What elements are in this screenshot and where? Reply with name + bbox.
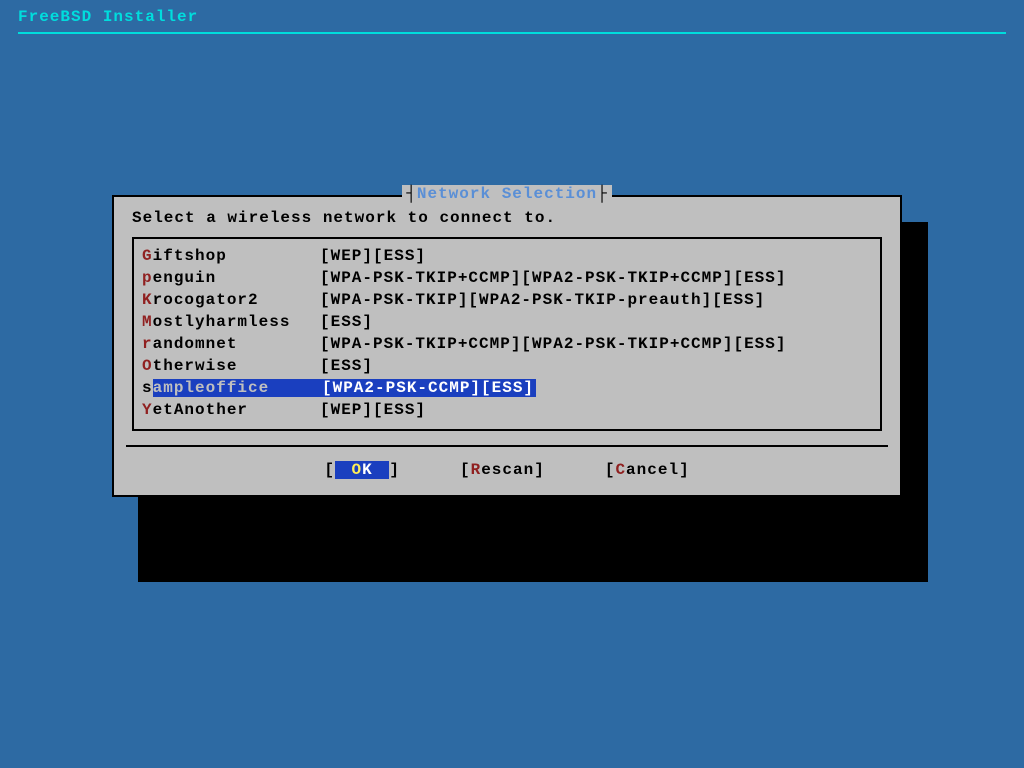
network-row[interactable]: sampleoffice[WPA2-PSK-CCMP][ESS] [134,377,880,399]
network-capabilities: [WPA2-PSK-CCMP][ESS] [320,379,536,397]
network-row[interactable]: Giftshop[WEP][ESS] [134,245,880,267]
network-hotkey: G [142,247,153,265]
dialog-instruction: Select a wireless network to connect to. [114,203,900,237]
network-hotkey: s [142,379,153,397]
network-capabilities: [WPA-PSK-TKIP+CCMP][WPA2-PSK-TKIP+CCMP][… [320,269,786,287]
network-row[interactable]: YetAnother[WEP][ESS] [134,399,880,421]
network-hotkey: O [142,357,153,375]
network-capabilities: [WPA-PSK-TKIP+CCMP][WPA2-PSK-TKIP+CCMP][… [320,335,786,353]
network-hotkey: r [142,335,153,353]
network-name: enguin [153,269,323,287]
network-capabilities: [ESS] [320,313,373,331]
network-hotkey: Y [142,401,153,419]
network-name: iftshop [153,247,323,265]
network-name: rocogator2 [153,291,323,309]
network-capabilities: [ESS] [320,357,373,375]
network-hotkey: p [142,269,153,287]
button-row: [ OK ] [Rescan] [Cancel] [114,447,900,495]
network-name: andomnet [153,335,323,353]
network-capabilities: [WPA-PSK-TKIP][WPA2-PSK-TKIP-preauth][ES… [320,291,765,309]
network-list[interactable]: Giftshop[WEP][ESS]penguin[WPA-PSK-TKIP+C… [132,237,882,431]
dialog-title: ┤Network Selection├ [402,185,611,203]
network-name: ostlyharmless [153,313,323,331]
network-name: therwise [153,357,323,375]
network-row[interactable]: randomnet[WPA-PSK-TKIP+CCMP][WPA2-PSK-TK… [134,333,880,355]
title-divider [18,32,1006,34]
network-row[interactable]: Mostlyharmless[ESS] [134,311,880,333]
network-capabilities: [WEP][ESS] [320,247,426,265]
network-capabilities: [WEP][ESS] [320,401,426,419]
network-row[interactable]: Krocogator2[WPA-PSK-TKIP][WPA2-PSK-TKIP-… [134,289,880,311]
network-hotkey: M [142,313,153,331]
network-row[interactable]: Otherwise[ESS] [134,355,880,377]
network-row[interactable]: penguin[WPA-PSK-TKIP+CCMP][WPA2-PSK-TKIP… [134,267,880,289]
cancel-button[interactable]: [Cancel] [605,461,690,479]
ok-button[interactable]: [ OK ] [324,461,400,479]
network-name: ampleoffice [153,379,323,397]
app-title: FreeBSD Installer [0,0,1024,30]
network-selection-dialog: ┤Network Selection├ Select a wireless ne… [112,195,902,497]
network-hotkey: K [142,291,153,309]
network-name: etAnother [153,401,323,419]
rescan-button[interactable]: [Rescan] [460,461,545,479]
dialog-title-wrap: ┤Network Selection├ [114,185,900,203]
